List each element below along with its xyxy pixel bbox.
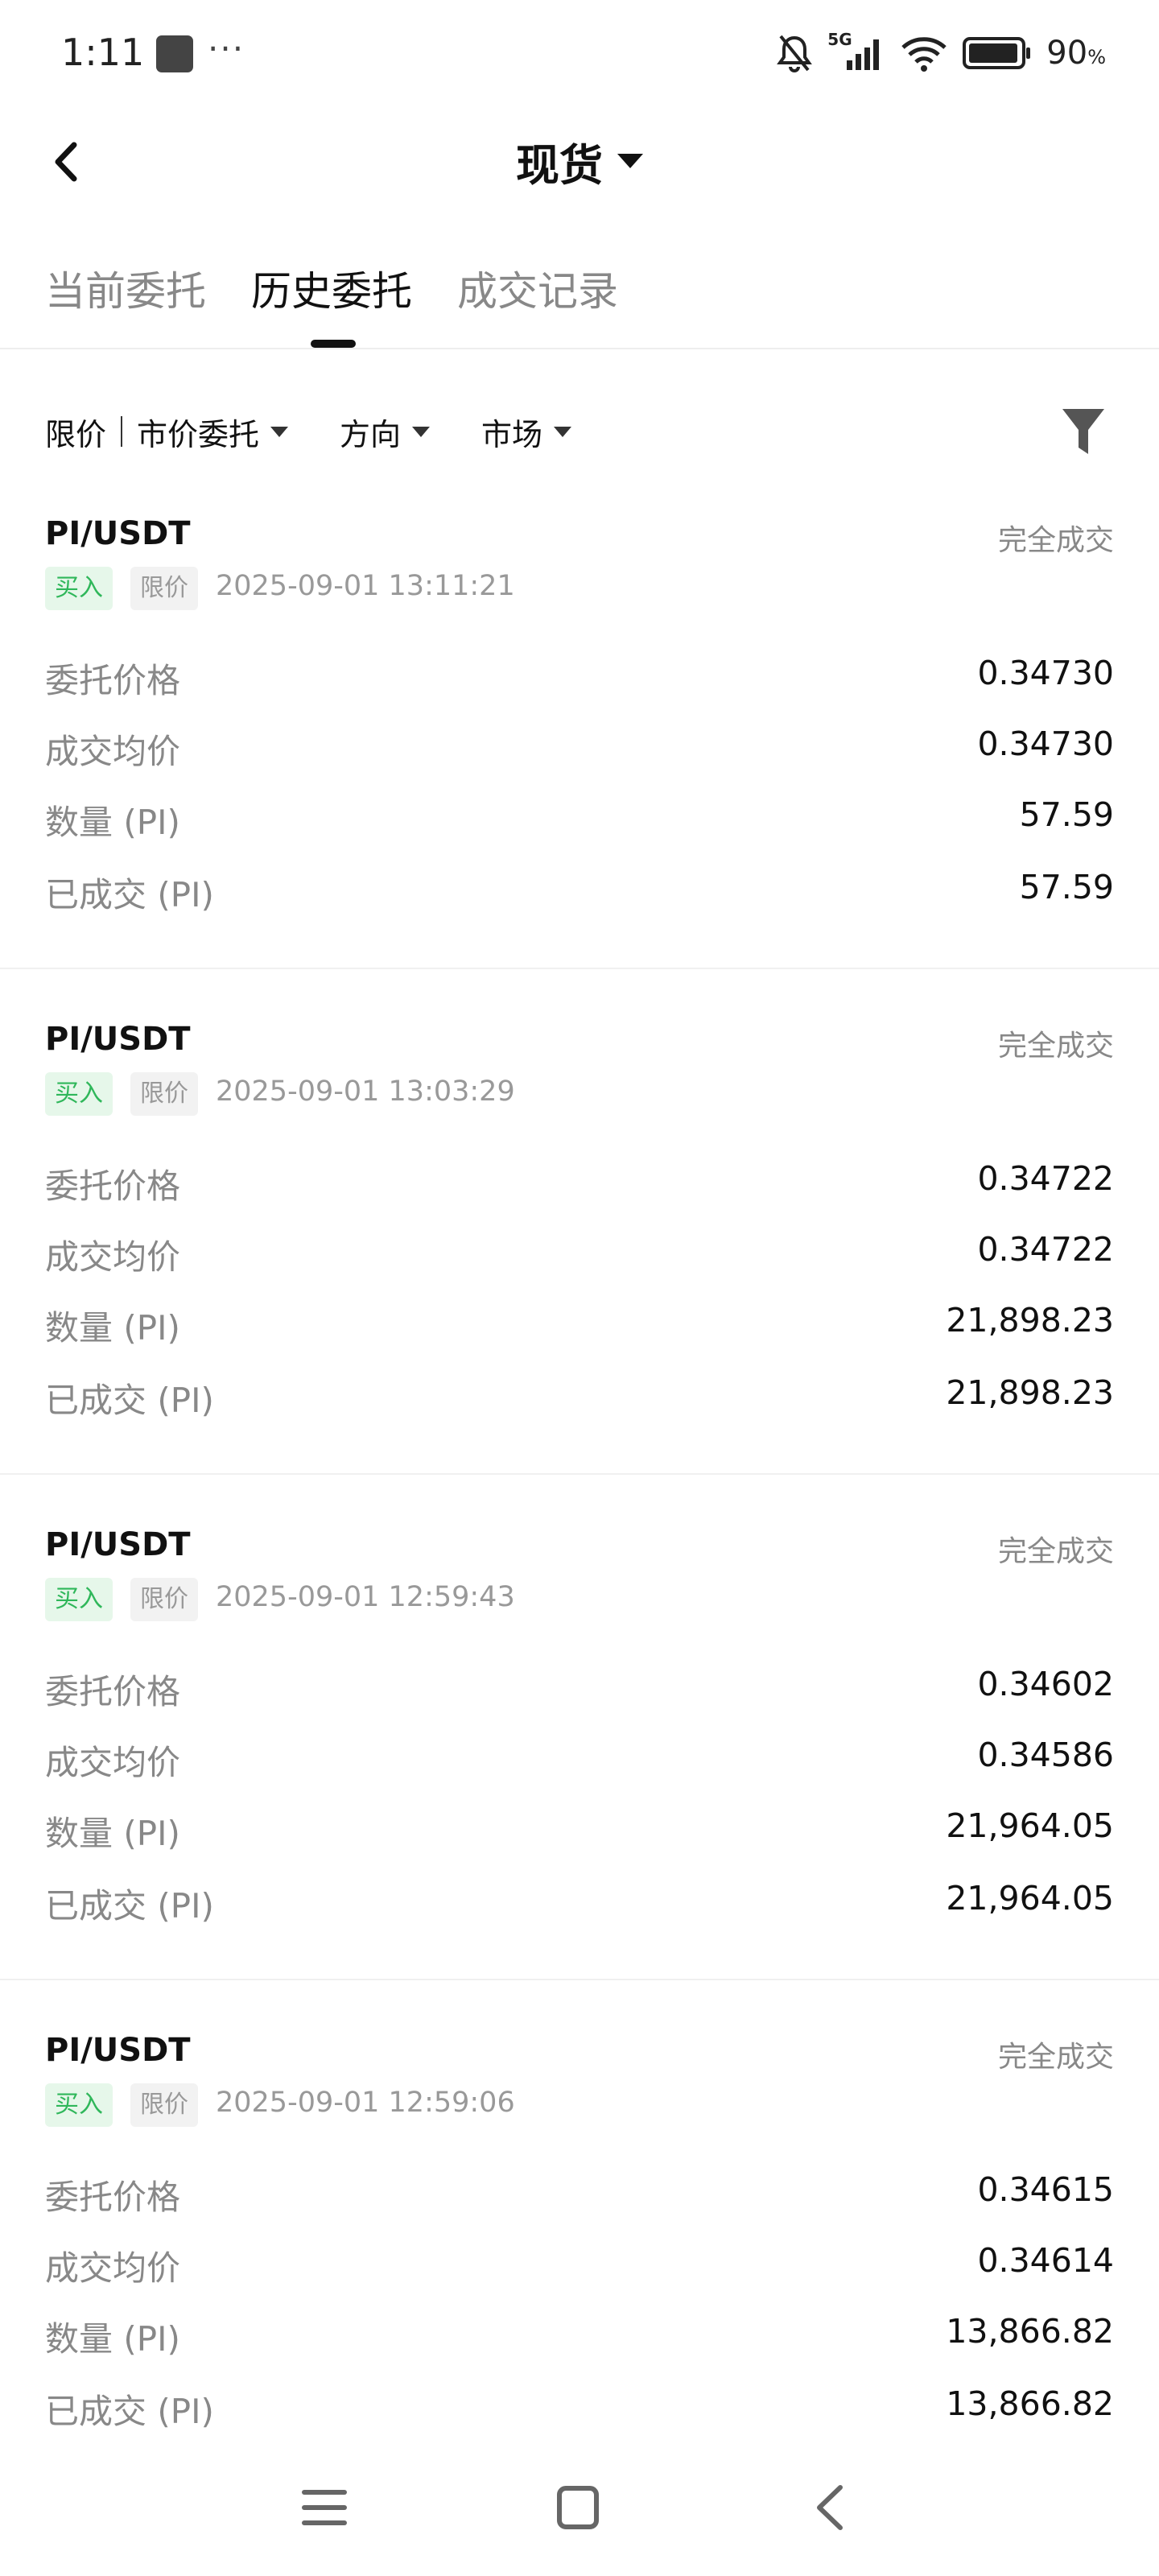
- order-time: 2025-09-01 12:59:06: [216, 2087, 515, 2119]
- signal-icon: 5G: [827, 30, 885, 73]
- filled-label: 已成交 (PI): [45, 1381, 214, 1420]
- wifi-icon: [901, 37, 947, 72]
- mute-bell-icon: [777, 35, 813, 72]
- order-card[interactable]: PI/USDT 完全成交买入 限价 2025-09-01 13:03:29 委托价格 0.…: [45, 1021, 1114, 1526]
- caret-down-icon: [412, 426, 431, 437]
- quantity-value: 21,898.23: [946, 1301, 1114, 1340]
- side-badge: 买入: [45, 1578, 113, 1621]
- trading-pair: PI/USDT: [45, 1526, 191, 1563]
- active-tab-indicator: [311, 340, 356, 348]
- filter-separator: [121, 416, 123, 447]
- filled-value: 57.59: [1019, 868, 1114, 906]
- caret-down-icon: [617, 154, 643, 168]
- order-status: 完全成交: [997, 1030, 1114, 1063]
- market-filter[interactable]: 市场: [481, 410, 572, 454]
- caret-down-icon: [270, 426, 289, 437]
- quantity-value: 21,964.05: [946, 1806, 1114, 1845]
- tab-trade-history[interactable]: 成交记录: [457, 259, 618, 317]
- quantity-value: 57.59: [1019, 795, 1114, 834]
- tab-current-orders[interactable]: 当前委托: [45, 259, 206, 317]
- quantity-label: 数量 (PI): [45, 803, 180, 842]
- quantity-label: 数量 (PI): [45, 2319, 180, 2359]
- side-badge: 买入: [45, 567, 113, 610]
- order-price-value: 0.34615: [977, 2170, 1114, 2209]
- order-type-badge: 限价: [130, 2083, 198, 2127]
- order-status: 完全成交: [997, 2041, 1114, 2074]
- order-card[interactable]: PI/USDT 完全成交买入 限价 2025-09-01 12:59:06 委托价格 0.…: [45, 2032, 1114, 2537]
- status-time: 1:11: [61, 31, 145, 74]
- order-status: 完全成交: [997, 524, 1114, 557]
- order-time: 2025-09-01 13:03:29: [216, 1075, 515, 1108]
- order-status: 完全成交: [997, 1535, 1114, 1568]
- order-type-limit: 限价: [45, 416, 107, 452]
- funnel-icon: [1062, 409, 1104, 454]
- battery-level: 90%: [1046, 35, 1106, 72]
- order-time: 2025-09-01 13:11:21: [216, 570, 515, 602]
- order-time: 2025-09-01 12:59:43: [216, 1581, 515, 1613]
- filter-button[interactable]: [1061, 406, 1106, 457]
- avg-price-value: 0.34722: [977, 1230, 1114, 1269]
- quantity-label: 数量 (PI): [45, 1308, 180, 1348]
- filled-label: 已成交 (PI): [45, 875, 214, 914]
- order-type-badge: 限价: [130, 1578, 198, 1621]
- order-price-label: 委托价格: [45, 661, 181, 700]
- filled-value: 21,898.23: [946, 1373, 1114, 1412]
- filled-value: 13,866.82: [946, 2384, 1114, 2423]
- quantity-label: 数量 (PI): [45, 1814, 180, 1853]
- notification-app-icon: [156, 35, 193, 72]
- order-type-filter[interactable]: 限价 市价委托: [45, 410, 289, 454]
- filled-label: 已成交 (PI): [45, 2392, 214, 2431]
- filled-value: 21,964.05: [946, 1879, 1114, 1918]
- tab-divider: [0, 348, 1159, 349]
- order-price-label: 委托价格: [45, 1166, 181, 1206]
- market-filter-label: 市场: [481, 416, 543, 452]
- order-price-value: 0.34730: [977, 654, 1114, 692]
- menu-icon[interactable]: [301, 2486, 348, 2529]
- back-icon[interactable]: [811, 2483, 848, 2533]
- caret-down-icon: [554, 426, 572, 437]
- avg-price-value: 0.34614: [977, 2241, 1114, 2280]
- avg-price-label: 成交均价: [45, 732, 181, 771]
- order-price-label: 委托价格: [45, 2178, 181, 2217]
- system-navigation-bar: [0, 2463, 1159, 2552]
- order-price-value: 0.34602: [977, 1665, 1114, 1703]
- home-icon[interactable]: [555, 2484, 600, 2531]
- order-type-badge: 限价: [130, 567, 198, 610]
- filled-label: 已成交 (PI): [45, 1886, 214, 1926]
- trading-pair: PI/USDT: [45, 2032, 191, 2069]
- card-divider: [0, 968, 1159, 969]
- quantity-value: 13,866.82: [946, 2312, 1114, 2351]
- card-divider: [0, 1979, 1159, 1980]
- direction-filter-label: 方向: [340, 416, 402, 452]
- page-title: 现货: [516, 139, 603, 191]
- avg-price-label: 成交均价: [45, 2248, 181, 2288]
- avg-price-label: 成交均价: [45, 1237, 181, 1277]
- battery-icon: [963, 37, 1031, 69]
- side-badge: 买入: [45, 1072, 113, 1116]
- direction-filter[interactable]: 方向: [340, 410, 431, 454]
- order-card[interactable]: PI/USDT 完全成交买入 限价 2025-09-01 13:11:21 委托价格 0.…: [45, 515, 1114, 1021]
- order-price-value: 0.34722: [977, 1159, 1114, 1198]
- market-type-selector[interactable]: 现货: [0, 129, 1159, 193]
- status-icons: 5G 90%: [776, 30, 1106, 76]
- card-divider: [0, 1473, 1159, 1475]
- order-price-label: 委托价格: [45, 1672, 181, 1711]
- order-type-badge: 限价: [130, 1072, 198, 1116]
- avg-price-value: 0.34586: [977, 1736, 1114, 1774]
- filter-bar: 限价 市价委托 方向 市场: [45, 409, 572, 454]
- order-type-market: 市价委托: [137, 416, 260, 452]
- trading-pair: PI/USDT: [45, 515, 191, 552]
- tab-order-history[interactable]: 历史委托: [251, 259, 412, 317]
- avg-price-label: 成交均价: [45, 1743, 181, 1782]
- trading-pair: PI/USDT: [45, 1021, 191, 1058]
- more-notifications-indicator: ···: [208, 29, 245, 68]
- order-card[interactable]: PI/USDT 完全成交买入 限价 2025-09-01 12:59:43 委托价格 0.…: [45, 1526, 1114, 2032]
- avg-price-value: 0.34730: [977, 724, 1114, 763]
- side-badge: 买入: [45, 2083, 113, 2127]
